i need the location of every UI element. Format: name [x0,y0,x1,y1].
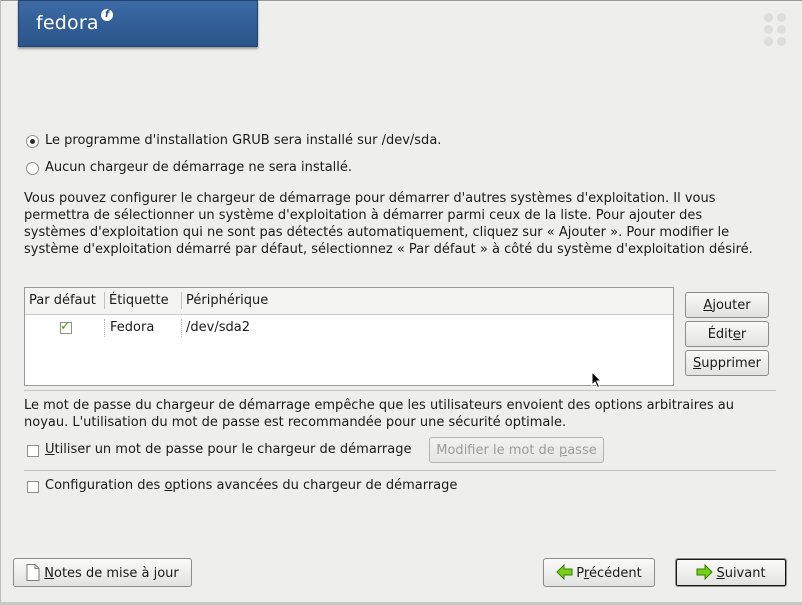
column-divider [181,319,182,337]
use-password-label[interactable]: Utiliser un mot de passe pour le chargeu… [45,442,411,457]
column-header-label[interactable]: Étiquette [109,293,169,308]
use-password-checkbox[interactable] [27,445,39,457]
section-separator [24,390,776,391]
back-button[interactable]: Précédent [543,558,655,587]
column-header-device[interactable]: Périphérique [186,293,268,308]
delete-os-button[interactable]: Supprimer [685,350,769,376]
column-divider [181,292,182,309]
window-left-border [0,0,1,605]
os-list-table[interactable]: Par défaut Étiquette Périphérique ✓ Fedo… [24,287,674,386]
document-icon [26,564,40,581]
add-os-button[interactable]: Ajouter [685,292,769,318]
os-list-header: Par défaut Étiquette Périphérique [25,288,673,315]
fedora-banner: fedora f [18,0,258,47]
change-password-button[interactable]: Modifier le mot de passe [429,437,604,463]
fedora-logo-text: fedora [36,12,99,34]
grub-install-radio[interactable] [26,135,39,148]
grub-install-label[interactable]: Le programme d'installation GRUB sera in… [45,133,441,148]
section-separator [24,470,776,471]
edit-os-button[interactable]: Éditer [685,321,769,347]
no-bootloader-radio[interactable] [26,162,39,175]
advanced-options-label[interactable]: Configuration des options avancées du ch… [45,478,457,493]
column-header-default[interactable]: Par défaut [29,293,96,308]
arrow-left-icon [556,563,573,581]
os-device-cell: /dev/sda2 [186,320,250,335]
column-divider [104,292,105,309]
advanced-options-checkbox[interactable] [27,481,39,493]
os-label-cell: Fedora [110,320,155,335]
no-bootloader-label[interactable]: Aucun chargeur de démarrage ne sera inst… [45,160,352,175]
bootloader-description: Vous pouvez configurer le chargeur de dé… [24,191,753,257]
checkmark-icon: ✓ [60,319,71,334]
column-divider [104,319,105,337]
arrow-right-icon [696,563,714,581]
release-notes-button[interactable]: Notes de mise à jour [13,558,192,587]
decorative-dots-icon [764,13,790,47]
mouse-cursor-icon [591,371,603,389]
next-button[interactable]: Suivant [675,558,787,587]
password-description: Le mot de passe du chargeur de démarrage… [24,398,734,430]
fedora-logo-icon: f [101,9,113,21]
